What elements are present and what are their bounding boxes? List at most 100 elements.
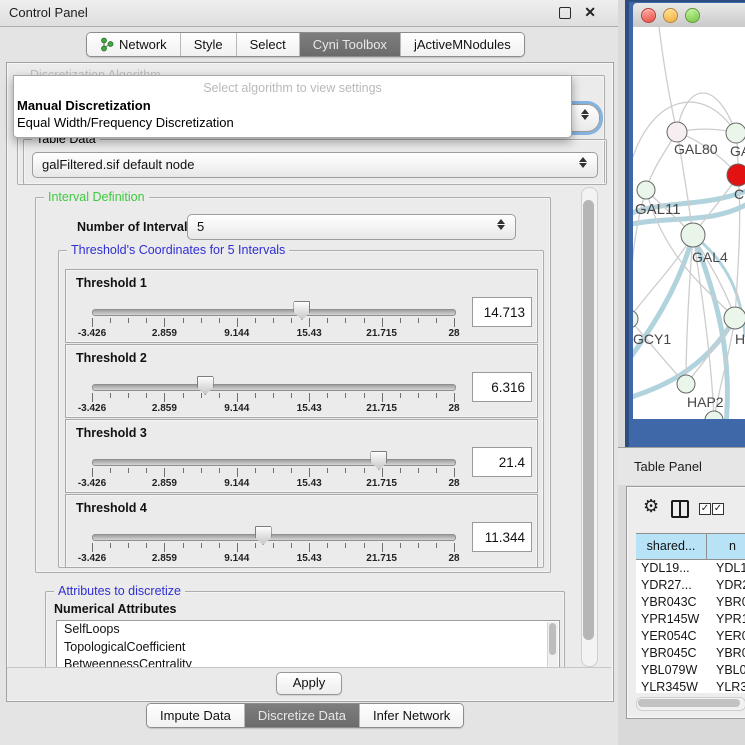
network-node-gal80[interactable]	[667, 122, 687, 142]
slider-tick	[201, 318, 202, 323]
tab-impute-data[interactable]: Impute Data	[147, 704, 244, 727]
table-row[interactable]: YDR27...YDR2	[636, 577, 745, 594]
slider-track[interactable]	[92, 459, 456, 466]
column-header-name[interactable]: n	[707, 534, 745, 559]
threshold-value-field[interactable]	[472, 372, 532, 402]
table-row[interactable]: YPR145WYPR1	[636, 611, 745, 628]
slider-tick	[164, 393, 165, 402]
network-node-ga[interactable]	[726, 123, 745, 143]
table-row[interactable]: YDL19...YDL1	[636, 560, 745, 577]
slider-tick	[291, 393, 292, 398]
checkbox-icon[interactable]: ✓	[699, 503, 711, 515]
cell-name[interactable]: YPR1	[707, 611, 745, 628]
network-node-gal11[interactable]	[637, 181, 655, 199]
mac-close-button[interactable]	[641, 8, 656, 23]
slider-scale-label: 21.715	[366, 403, 397, 414]
slider-tick	[273, 393, 274, 398]
slider-thumb[interactable]	[370, 451, 387, 470]
cell-shared-name[interactable]: YPR145W	[636, 611, 707, 628]
slider-tick	[237, 543, 238, 552]
tab-jactivemnodules[interactable]: jActiveMNodules	[400, 33, 524, 56]
cell-name[interactable]: YDL1	[707, 560, 745, 577]
cell-name[interactable]: YBL0	[707, 662, 745, 679]
slider-tick	[345, 393, 346, 398]
cell-shared-name[interactable]: YBR045C	[636, 645, 707, 662]
cell-shared-name[interactable]: YDL19...	[636, 560, 707, 577]
table-row[interactable]: YBR045CYBR0	[636, 645, 745, 662]
content-vertical-scrollbar[interactable]	[581, 187, 598, 667]
window-restore-icon[interactable]	[559, 7, 571, 19]
tab-infer-network[interactable]: Infer Network	[359, 704, 463, 727]
split-column-icon[interactable]	[671, 500, 689, 518]
network-node-gal4[interactable]	[681, 223, 705, 247]
network-canvas[interactable]: GAL80GACGAL11GAL4GCY1HHAP2	[633, 27, 745, 419]
network-node-c[interactable]	[727, 164, 745, 186]
slider-thumb[interactable]	[197, 376, 214, 395]
attribute-item[interactable]: SelfLoops	[57, 621, 559, 639]
network-view-window[interactable]: GAL80GACGAL11GAL4GCY1HHAP2	[625, 0, 745, 447]
numerical-attributes-list[interactable]: SelfLoopsTopologicalCoefficientBetweenne…	[56, 620, 560, 672]
table-row[interactable]: YBL079WYBL0	[636, 662, 745, 679]
threshold-value-field[interactable]	[472, 297, 532, 327]
tab-discretize-data[interactable]: Discretize Data	[244, 704, 359, 727]
network-node-h[interactable]	[724, 307, 745, 329]
threshold-label: Threshold 2	[76, 351, 147, 365]
table-data-combobox[interactable]: galFiltered.sif default node	[32, 152, 598, 178]
table-row[interactable]: YER054CYER0	[636, 628, 745, 645]
cell-shared-name[interactable]: YDR27...	[636, 577, 707, 594]
number-of-intervals-label: Number of Intervals	[77, 220, 194, 234]
slider-thumb[interactable]	[293, 301, 310, 320]
apply-button[interactable]: Apply	[276, 672, 342, 695]
mac-minimize-button[interactable]	[663, 8, 678, 23]
dropdown-option-equal-width-frequency-discretization[interactable]: Equal Width/Frequency Discretization	[17, 115, 234, 130]
threshold-value-field[interactable]	[472, 522, 532, 552]
slider-scale-label: 2.859	[152, 478, 177, 489]
table-horizontal-scrollbar[interactable]	[636, 697, 745, 711]
network-node-gcy1[interactable]	[633, 310, 638, 328]
window-close-icon[interactable]: ✕	[584, 4, 596, 21]
cell-shared-name[interactable]: YLR345W	[636, 679, 707, 693]
network-node-hap2[interactable]	[677, 375, 695, 393]
cell-name[interactable]: YER0	[707, 628, 745, 645]
mac-zoom-button[interactable]	[685, 8, 700, 23]
slider-tick	[201, 393, 202, 398]
tab-style[interactable]: Style	[180, 33, 236, 56]
checkbox-icon[interactable]: ✓	[712, 503, 724, 515]
table-row[interactable]: YBR043CYBR0	[636, 594, 745, 611]
attributes-list-scrollbar[interactable]	[547, 622, 558, 670]
number-of-intervals-combobox[interactable]: 5	[187, 214, 516, 240]
cell-shared-name[interactable]: YBR043C	[636, 594, 707, 611]
cell-name[interactable]: YBR0	[707, 645, 745, 662]
right-column: GAL80GACGAL11GAL4GCY1HHAP2 Table Panel ⚙…	[618, 0, 745, 745]
dropdown-option-manual-discretization[interactable]: Manual Discretization	[17, 98, 151, 113]
threshold-value-field[interactable]	[472, 447, 532, 477]
slider-thumb[interactable]	[255, 526, 272, 545]
slider-tick	[273, 543, 274, 548]
slider-tick	[128, 393, 129, 398]
slider-tick	[219, 393, 220, 398]
slider-scale-label: 21.715	[366, 553, 397, 564]
node-label-hap2: HAP2	[687, 394, 724, 410]
cell-name[interactable]: YLR3	[707, 679, 745, 693]
slider-track[interactable]	[92, 384, 456, 391]
cell-name[interactable]: YBR0	[707, 594, 745, 611]
table-row[interactable]: YLR345WYLR3	[636, 679, 745, 693]
node-attribute-table[interactable]: shared... n YDL19...YDL1YDR27...YDR2YBR0…	[636, 533, 745, 693]
gear-icon[interactable]: ⚙	[643, 496, 659, 517]
cell-shared-name[interactable]: YER054C	[636, 628, 707, 645]
slider-track[interactable]	[92, 534, 456, 541]
slider-tick	[92, 543, 93, 552]
tab-select[interactable]: Select	[236, 33, 299, 56]
network-node[interactable]	[705, 411, 723, 419]
slider-tick	[110, 318, 111, 323]
cell-shared-name[interactable]: YBL079W	[636, 662, 707, 679]
network-window-titlebar[interactable]	[633, 3, 745, 28]
tab-network[interactable]: Network	[87, 33, 180, 56]
attribute-item[interactable]: TopologicalCoefficient	[57, 639, 559, 657]
slider-track[interactable]	[92, 309, 456, 316]
attributes-group-title: Attributes to discretize	[54, 584, 185, 598]
cell-name[interactable]: YDR2	[707, 577, 745, 594]
column-header-shared[interactable]: shared...	[636, 534, 707, 559]
slider-tick	[237, 393, 238, 402]
tab-cyni-toolbox[interactable]: Cyni Toolbox	[299, 33, 400, 56]
